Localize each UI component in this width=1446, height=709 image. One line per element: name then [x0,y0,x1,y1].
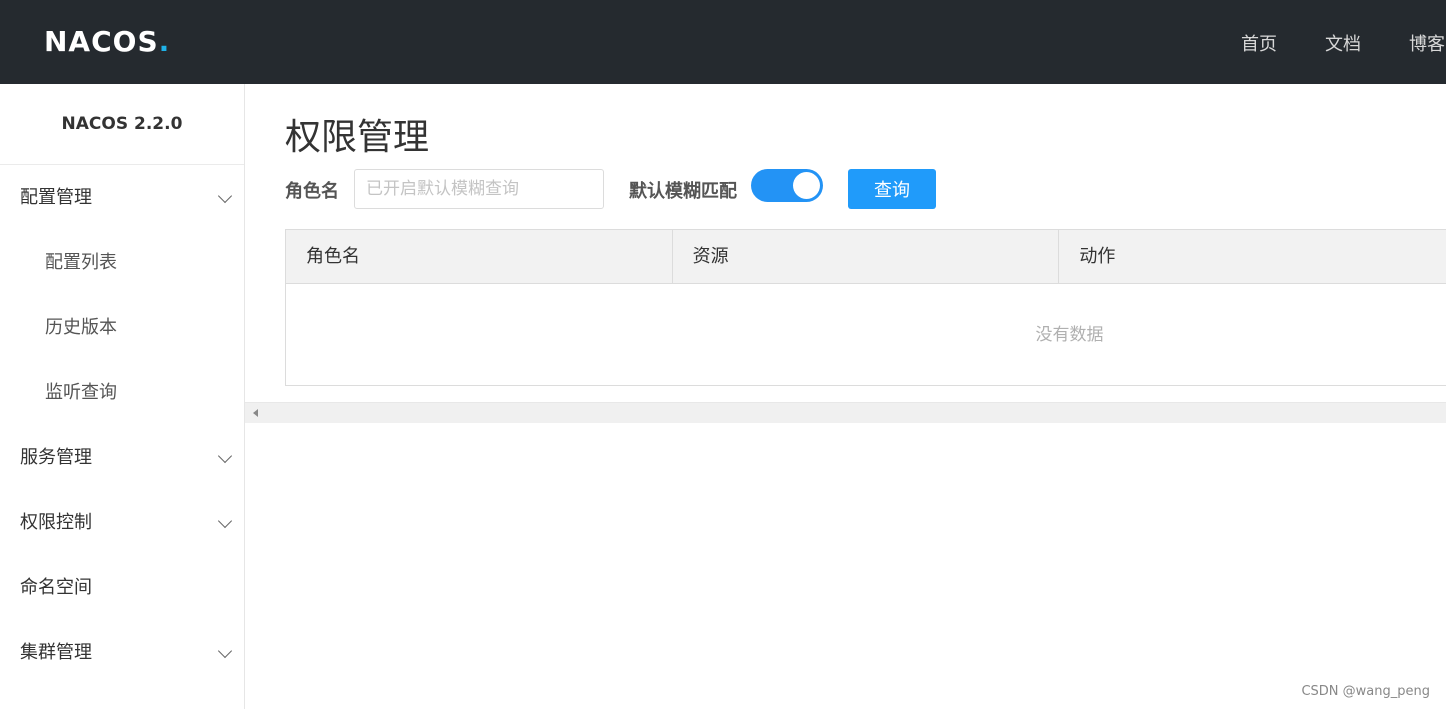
sidebar-item-label: 集群管理 [20,642,92,663]
sidebar-item-label: 命名空间 [20,577,92,598]
nav-home[interactable]: 首页 [1241,30,1277,56]
sidebar-item-config-list[interactable]: 配置列表 [0,230,244,295]
version-label: NACOS 2.2.0 [0,84,244,165]
sidebar-item-namespace[interactable]: 命名空间 [0,555,244,620]
role-name-label: 角色名 [285,181,339,202]
nav-blog[interactable]: 博客 [1409,30,1445,56]
empty-state: 没有数据 [1035,325,1104,345]
main-content: 权限管理 角色名 默认模糊匹配 查询 角色名 资源 动作 没有数据 [245,84,1446,709]
query-button[interactable]: 查询 [848,169,936,209]
sidebar-item-label: 配置列表 [45,252,117,273]
scroll-left-icon[interactable] [253,409,258,417]
nacos-logo[interactable]: NACOS. [44,24,170,58]
sidebar-item-label: 配置管理 [20,187,92,208]
sidebar-item-permission-control[interactable]: 权限控制 [0,490,244,555]
page-title: 权限管理 [285,117,430,158]
logo-text: NACOS [44,24,159,58]
top-navbar: NACOS. 首页 文档 博客 [0,0,1446,84]
toggle-knob [793,172,820,199]
chevron-down-icon [217,188,233,204]
sidebar-item-cluster-management[interactable]: 集群管理 [0,620,244,685]
fuzzy-match-toggle[interactable] [751,169,823,202]
sidebar-item-label: 权限控制 [20,512,92,533]
sidebar-item-listener-query[interactable]: 监听查询 [0,360,244,425]
permissions-table: 角色名 资源 动作 没有数据 [285,229,1446,386]
sidebar-item-label: 监听查询 [45,382,117,403]
chevron-down-icon [217,643,233,659]
fuzzy-match-label: 默认模糊匹配 [629,181,737,202]
sidebar-item-history[interactable]: 历史版本 [0,295,244,360]
column-header-resource[interactable]: 资源 [673,230,1060,283]
sidebar-item-config-management[interactable]: 配置管理 [0,165,244,230]
chevron-down-icon [217,513,233,529]
role-name-input[interactable] [354,169,604,209]
sidebar: NACOS 2.2.0 配置管理 配置列表 历史版本 监听查询 服务管理 权限控… [0,84,245,709]
column-header-role[interactable]: 角色名 [286,230,673,283]
table-header: 角色名 资源 动作 [286,230,1446,284]
logo-dot: . [158,24,170,58]
search-form: 角色名 默认模糊匹配 查询 [285,169,1446,209]
top-nav: 首页 文档 博客 [1241,30,1446,56]
watermark: CSDN @wang_peng [1301,684,1430,699]
horizontal-scrollbar[interactable] [245,402,1446,423]
sidebar-item-label: 服务管理 [20,447,92,468]
nav-docs[interactable]: 文档 [1325,30,1361,56]
chevron-down-icon [217,448,233,464]
column-header-action[interactable]: 动作 [1059,230,1446,283]
sidebar-item-service-management[interactable]: 服务管理 [0,425,244,490]
sidebar-item-label: 历史版本 [45,317,117,338]
